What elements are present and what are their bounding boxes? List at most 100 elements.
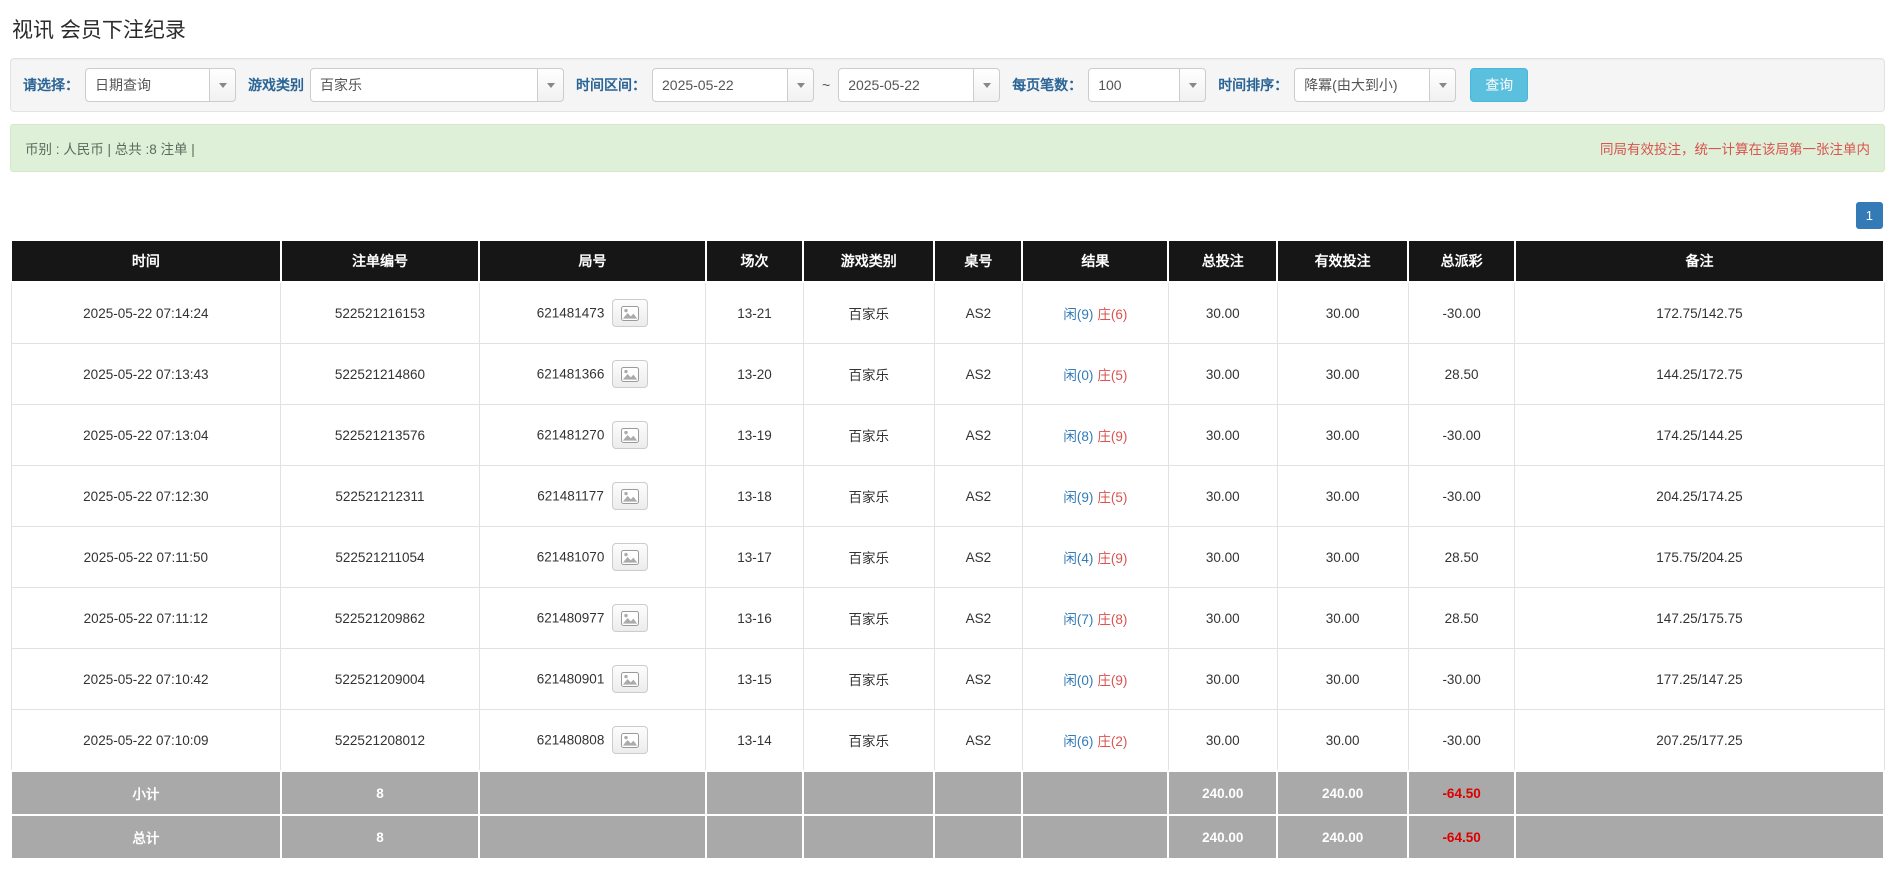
result-player: 闲(9) — [1063, 490, 1094, 505]
cell-valid-bet: 30.00 — [1276, 526, 1409, 588]
cell-table-no: AS2 — [933, 526, 1023, 588]
table-row: 2025-05-22 07:11:12 522521209862 6214809… — [10, 587, 1885, 649]
grand-total-row: 总计 8 240.00 240.00 -64.50 — [10, 814, 1886, 860]
subtotal-total-bet: 240.00 — [1167, 770, 1279, 816]
result-banker: 庄(9) — [1097, 673, 1128, 688]
round-image-button[interactable] — [611, 482, 648, 510]
column-header: 场次 — [704, 239, 805, 283]
picture-icon — [621, 671, 640, 687]
summary-empty-cell — [1513, 814, 1886, 860]
round-image-button[interactable] — [612, 726, 649, 754]
picture-icon — [621, 427, 640, 443]
date-from-input[interactable] — [652, 68, 788, 102]
cell-total-bet-link[interactable]: 30.00 — [1167, 648, 1278, 710]
round-image-button[interactable] — [612, 665, 649, 693]
cell-result: 闲(8) 庄(9) — [1021, 404, 1169, 466]
summary-empty-cell — [802, 770, 936, 816]
game-type-dropdown-button[interactable] — [538, 68, 564, 102]
cell-game-type: 百家乐 — [802, 281, 935, 344]
round-id: 621481270 — [536, 427, 605, 443]
table-row: 2025-05-22 07:10:42 522521209004 6214809… — [10, 648, 1885, 710]
time-sort-label: 时间排序： — [1218, 77, 1289, 93]
date-from-dropdown-button[interactable] — [788, 68, 814, 102]
cell-total-bet-link[interactable]: 30.00 — [1167, 343, 1278, 405]
cell-total-bet-link[interactable]: 30.00 — [1167, 404, 1278, 466]
cell-session: 13-15 — [705, 648, 804, 710]
cell-table-no: AS2 — [933, 648, 1023, 710]
subtotal-payout: -64.50 — [1407, 770, 1516, 816]
column-header: 备注 — [1513, 239, 1886, 283]
grand-total-count: 8 — [279, 814, 481, 860]
round-id: 621480977 — [536, 610, 605, 626]
result-banker: 庄(8) — [1097, 612, 1128, 627]
cell-time: 2025-05-22 07:13:43 — [10, 343, 282, 405]
summary-empty-cell — [933, 814, 1024, 860]
cell-game-type: 百家乐 — [802, 587, 935, 649]
date-to-input[interactable] — [838, 68, 975, 102]
chevron-down-icon — [546, 82, 555, 88]
time-sort-input[interactable] — [1294, 68, 1431, 102]
cell-valid-bet: 30.00 — [1276, 709, 1409, 772]
page-size-input[interactable] — [1088, 68, 1181, 102]
query-type-label: 请选择： — [23, 77, 79, 93]
cell-bet-id: 522521209004 — [280, 648, 480, 710]
cell-payout: 28.50 — [1407, 587, 1516, 649]
cell-session: 13-14 — [705, 709, 804, 772]
summary-empty-cell — [478, 770, 707, 816]
date-from-combo — [652, 68, 814, 102]
cell-round: 621481177 — [478, 465, 707, 527]
cell-game-type: 百家乐 — [802, 709, 935, 772]
cell-session: 13-16 — [705, 587, 804, 649]
info-bar: 币别 : 人民币 | 总共 :8 注单 | 同局有效投注，统一计算在该局第一张注… — [10, 124, 1885, 172]
summary-empty-cell — [1021, 770, 1170, 816]
table-row: 2025-05-22 07:13:43 522521214860 6214813… — [10, 343, 1885, 405]
column-header: 结果 — [1021, 239, 1170, 283]
cell-payout: -30.00 — [1407, 709, 1516, 772]
summary-empty-cell — [802, 814, 936, 860]
round-id: 621481366 — [536, 366, 605, 382]
page-number-button[interactable]: 1 — [1855, 202, 1883, 229]
round-image-button[interactable] — [612, 421, 649, 449]
pagination: 1 — [12, 202, 1883, 229]
page-size-dropdown-button[interactable] — [1180, 68, 1207, 102]
cell-total-bet-link[interactable]: 30.00 — [1167, 526, 1278, 588]
table-row: 2025-05-22 07:13:04 522521213576 6214812… — [10, 404, 1885, 466]
game-type-input[interactable] — [310, 68, 538, 102]
cell-time: 2025-05-22 07:14:24 — [10, 281, 282, 344]
picture-icon — [621, 305, 640, 321]
range-separator: ~ — [822, 77, 831, 93]
cell-valid-bet: 30.00 — [1276, 587, 1409, 649]
valid-bet-notice-text: 同局有效投注，统一计算在该局第一张注单内 — [1600, 142, 1870, 157]
cell-table-no: AS2 — [933, 587, 1023, 649]
cell-game-type: 百家乐 — [802, 526, 935, 588]
time-sort-dropdown-button[interactable] — [1430, 68, 1457, 102]
query-type-dropdown-button[interactable] — [210, 68, 236, 102]
cell-total-bet-link[interactable]: 30.00 — [1167, 587, 1278, 649]
round-id: 621481473 — [536, 305, 605, 321]
cell-total-bet-link[interactable]: 30.00 — [1167, 281, 1278, 344]
column-header: 有效投注 — [1276, 239, 1410, 283]
game-type-combo — [310, 68, 564, 102]
summary-empty-cell — [478, 814, 707, 860]
page-size-label: 每页笔数： — [1012, 77, 1083, 93]
result-player: 闲(0) — [1063, 368, 1094, 383]
date-to-dropdown-button[interactable] — [974, 68, 1001, 102]
picture-icon — [620, 488, 639, 504]
column-header: 注单编号 — [279, 239, 481, 283]
round-image-button[interactable] — [612, 299, 649, 327]
round-image-button[interactable] — [612, 604, 649, 632]
round-image-button[interactable] — [612, 360, 649, 388]
cell-table-no: AS2 — [933, 709, 1023, 772]
cell-total-bet-link[interactable]: 30.00 — [1167, 465, 1278, 527]
cell-total-bet-link[interactable]: 30.00 — [1167, 709, 1278, 772]
cell-valid-bet: 30.00 — [1276, 281, 1409, 344]
query-type-input[interactable] — [85, 68, 210, 102]
result-banker: 庄(9) — [1097, 551, 1128, 566]
picture-icon — [621, 549, 640, 565]
page-title: 视讯 会员下注纪录 — [12, 19, 186, 42]
cell-note: 147.25/175.75 — [1514, 587, 1885, 649]
subtotal-count: 8 — [279, 770, 481, 816]
cell-round: 621481070 — [478, 526, 707, 588]
round-image-button[interactable] — [612, 543, 649, 571]
query-button[interactable]: 查询 — [1470, 68, 1529, 102]
